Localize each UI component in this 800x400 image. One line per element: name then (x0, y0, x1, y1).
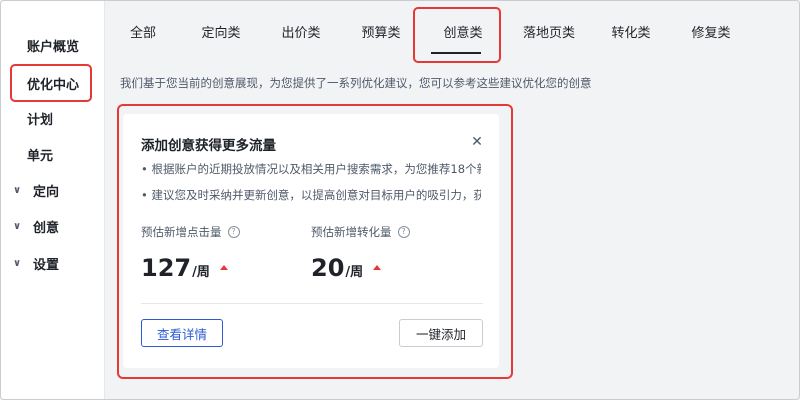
sidebar-item-targeting[interactable]: ∨ 定向 (1, 176, 105, 204)
highlight-box-sidebar (10, 64, 92, 102)
metric-label-text: 预估新增转化量 (311, 225, 392, 239)
metric-unit: /周 (345, 265, 364, 280)
tab-label: 出价类 (281, 25, 321, 41)
page-description: 我们基于您当前的创意展现，为您提供了一系列优化建议，您可以参考这些建议优化您的创… (120, 76, 592, 90)
tab-label: 全部 (129, 25, 156, 41)
tab-label: 预算类 (361, 25, 401, 41)
tab-label: 转化类 (611, 25, 651, 41)
trend-up-icon (219, 265, 228, 270)
metric-value-conversions: 20 /周 (311, 254, 382, 282)
trend-up-icon (373, 265, 382, 270)
sidebar-item-label: 定向 (33, 184, 60, 200)
metric-number: 20 (311, 254, 345, 282)
sidebar-item-plan[interactable]: 计划 (1, 104, 105, 132)
suggestion-card: 添加创意获得更多流量 ✕ • 根据账户的近期投放情况以及相关用户搜索需求，为您推… (123, 114, 499, 368)
metric-number: 127 (141, 254, 192, 282)
card-bullet: • 根据账户的近期投放情况以及相关用户搜索需求，为您推荐18个新... (141, 162, 481, 176)
app-frame: 账户概览 优化中心 计划 单元 ∨ 定向 ∨ 创意 ∨ 设置 全部 定向类 出价… (0, 0, 800, 400)
sidebar-item-settings[interactable]: ∨ 设置 (1, 249, 105, 277)
tab-targeting[interactable]: 定向类 (191, 1, 251, 61)
sidebar-item-label: 创意 (33, 220, 60, 236)
sidebar-item-label: 计划 (27, 112, 54, 128)
help-icon[interactable]: ? (397, 226, 410, 238)
metric-unit: /周 (192, 265, 210, 280)
highlight-box-tab (413, 7, 501, 63)
tab-label: 定向类 (201, 25, 241, 41)
sidebar-item-account-overview[interactable]: 账户概览 (1, 31, 105, 59)
one-click-add-button[interactable]: 一键添加 (399, 319, 483, 347)
metric-label-text: 预估新增点击量 (141, 225, 222, 239)
card-divider (141, 303, 483, 304)
sidebar-item-label: 账户概览 (27, 39, 80, 55)
close-icon[interactable]: ✕ (469, 134, 485, 150)
sidebar-item-label: 单元 (27, 148, 54, 164)
tab-all[interactable]: 全部 (119, 1, 167, 61)
tab-conversion[interactable]: 转化类 (599, 1, 663, 61)
sidebar-item-creative[interactable]: ∨ 创意 (1, 212, 105, 240)
metric-value-clicks: 127 /周 (141, 254, 228, 282)
tab-label: 落地页类 (522, 25, 575, 41)
metric-label-conversions: 预估新增转化量 ? (311, 224, 410, 240)
tab-landing-page[interactable]: 落地页类 (509, 1, 589, 61)
chevron-down-icon: ∨ (13, 220, 22, 232)
card-bullet: • 建议您及时采纳并更新创意，以提高创意对目标用户的吸引力，获... (141, 188, 481, 202)
tab-budget[interactable]: 预算类 (351, 1, 411, 61)
tab-label: 修复类 (691, 25, 731, 41)
help-icon[interactable]: ? (227, 226, 240, 238)
sidebar: 账户概览 优化中心 计划 单元 ∨ 定向 ∨ 创意 ∨ 设置 (1, 1, 105, 399)
sidebar-item-label: 设置 (33, 257, 60, 273)
chevron-down-icon: ∨ (13, 184, 22, 196)
chevron-down-icon: ∨ (13, 257, 22, 269)
tab-bidding[interactable]: 出价类 (271, 1, 331, 61)
card-title: 添加创意获得更多流量 (141, 138, 276, 154)
sidebar-item-unit[interactable]: 单元 (1, 140, 105, 168)
metric-label-clicks: 预估新增点击量 ? (141, 224, 240, 240)
tab-repair[interactable]: 修复类 (679, 1, 743, 61)
view-details-button[interactable]: 查看详情 (141, 319, 223, 347)
